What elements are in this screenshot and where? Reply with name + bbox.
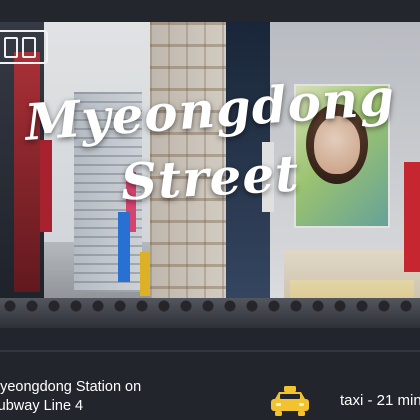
top-strip <box>0 0 420 22</box>
station-info: Myeongdong Station on Subway Line 4 <box>0 379 142 414</box>
slide: Myeongdong Street Myeongdong Station on … <box>0 0 420 420</box>
title: Myeongdong Street <box>0 67 420 211</box>
info-bar: Myeongdong Station on Subway Line 4 taxi… <box>0 328 420 420</box>
bus-icon <box>0 30 48 64</box>
taxi-time: taxi - 21 min <box>340 392 420 409</box>
taxi-icon <box>271 386 309 416</box>
